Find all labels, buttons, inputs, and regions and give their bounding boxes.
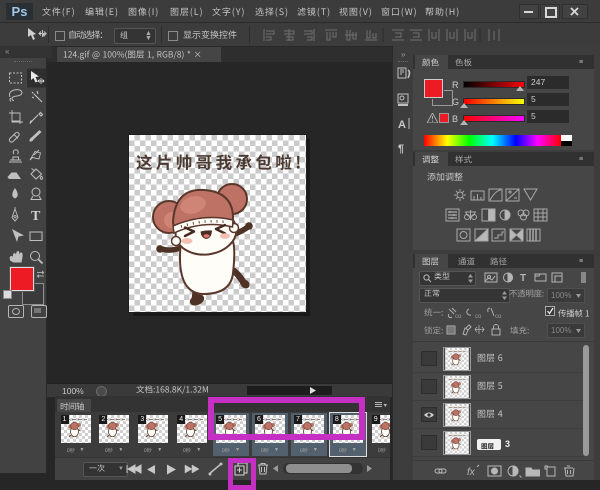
svg-text:co: co	[475, 314, 482, 319]
svg-text:¶: ¶	[398, 143, 404, 155]
svg-text:A: A	[398, 119, 406, 131]
svg-text:co: co	[495, 314, 502, 319]
svg-text:T: T	[520, 273, 526, 284]
svg-text:fx: fx	[467, 467, 476, 478]
svg-text:co: co	[455, 314, 462, 319]
svg-text:T: T	[31, 209, 41, 224]
